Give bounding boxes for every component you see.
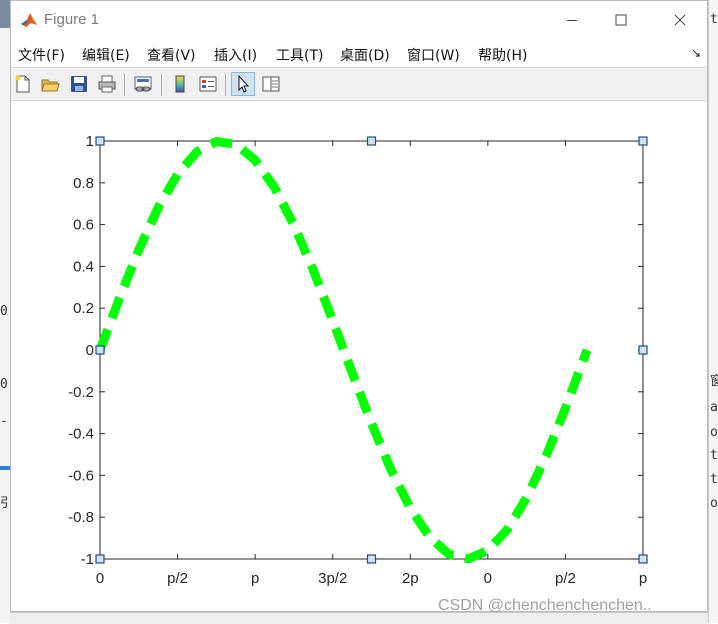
print-button[interactable] [95,72,119,96]
selection-handle[interactable] [95,345,105,355]
x-tick-label: 2p [402,570,419,587]
x-tick-label: 3p/2 [318,570,347,587]
background-text: 窗 [710,374,718,389]
save-button[interactable] [67,72,91,96]
selection-handle[interactable] [638,345,648,355]
maximize-icon [615,14,627,26]
minimize-icon [567,20,577,21]
link-plot-icon [134,76,152,92]
background-text: ti [710,12,718,27]
toolbar-separator [124,74,125,96]
background-text: t [710,472,718,487]
menu-file[interactable]: 文件(F) [18,45,65,65]
selection-handle[interactable] [638,554,648,564]
open-file-icon [41,79,60,92]
close-button[interactable] [660,7,700,33]
y-tick-label: -0.2 [68,384,94,401]
toolbar-separator [225,74,226,96]
y-tick-label: 1 [86,133,94,150]
background-accent-bar [0,466,10,470]
figure-window: Figure 1 文件(F) 编辑(E) 查看(V) 插入(I) 工具(T) 桌… [10,0,708,612]
background-text: 0 [0,377,8,392]
background-text: t [710,448,718,463]
edit-plot-button[interactable] [231,72,255,96]
maximize-button[interactable] [601,7,641,33]
close-icon [674,14,686,26]
x-tick-label: p/2 [167,570,188,587]
background-title-strip [0,0,10,28]
y-tick-label: -0.4 [68,426,94,443]
new-figure-icon [15,75,30,93]
y-tick-label: 0.8 [73,175,94,192]
background-text: a [710,400,718,415]
y-tick-label: -1 [81,551,94,568]
background-text: o [710,425,718,440]
menu-desktop[interactable]: 桌面(D) [340,45,390,65]
x-tick-label: 0 [96,570,104,587]
menu-insert[interactable]: 插入(I) [214,45,257,65]
link-plot-button[interactable] [131,72,155,96]
background-text: 0 [0,304,8,319]
selection-handle[interactable] [95,554,105,564]
y-tick-label: -0.6 [68,467,94,484]
legend-icon [199,76,217,92]
x-tick-label: p [251,570,259,587]
y-tick-label: 0.6 [73,217,94,234]
menu-help[interactable]: 帮助(H) [478,45,527,65]
selection-handle[interactable] [95,136,105,146]
figure-toolbar [11,67,707,101]
matlab-logo-icon [19,10,39,30]
y-tick-label: 0 [86,342,94,359]
dock-arrow-icon[interactable]: ↘ [691,46,701,60]
x-tick-label: p [639,570,647,587]
y-tick-label: 0.4 [73,258,94,275]
toolbar-separator [161,74,162,96]
new-figure-button[interactable] [11,72,35,96]
background-text: - [0,414,8,429]
figure-canvas[interactable]: -1 -0.8 -0.6 -0.4 -0.2 0 0.2 0.4 0.6 0.8 1 0 p/2 p 3p/… [11,101,707,611]
selection-handle[interactable] [638,136,648,146]
minimize-button[interactable] [552,7,592,33]
y-tick-label: 0.2 [73,300,94,317]
menu-tools[interactable]: 工具(T) [276,45,323,65]
menu-window[interactable]: 窗口(W) [407,45,460,65]
selection-handle[interactable] [366,136,377,146]
background-text: o [710,496,718,511]
watermark: CSDN @chenchenchenchen.. [438,597,652,614]
property-inspector-icon [262,76,280,92]
print-icon [98,75,116,93]
save-icon [71,76,87,92]
title-bar[interactable]: Figure 1 [11,1,707,39]
x-tick-label: 0 [484,570,492,587]
property-inspector-button[interactable] [259,72,283,96]
menu-view[interactable]: 查看(V) [147,45,196,65]
menu-bar: 文件(F) 编辑(E) 查看(V) 插入(I) 工具(T) 桌面(D) 窗口(W… [11,39,707,67]
edit-plot-pointer-icon [238,74,250,93]
colorbar-button[interactable] [168,72,192,96]
menu-edit[interactable]: 编辑(E) [82,45,130,65]
background-window-right: ti 窗 a o t t o [708,0,718,623]
colorbar-icon [175,75,185,93]
axes-box[interactable] [99,140,644,560]
open-file-button[interactable] [38,72,62,96]
legend-button[interactable] [196,72,220,96]
selection-handle[interactable] [366,554,377,564]
window-title: Figure 1 [44,11,100,28]
x-tick-label: p/2 [555,570,576,587]
y-tick-label: -0.8 [68,509,94,526]
plot-svg[interactable]: -1 -0.8 -0.6 -0.4 -0.2 0 0.2 0.4 0.6 0.8 1 0 p/2 p 3p/… [11,101,707,611]
